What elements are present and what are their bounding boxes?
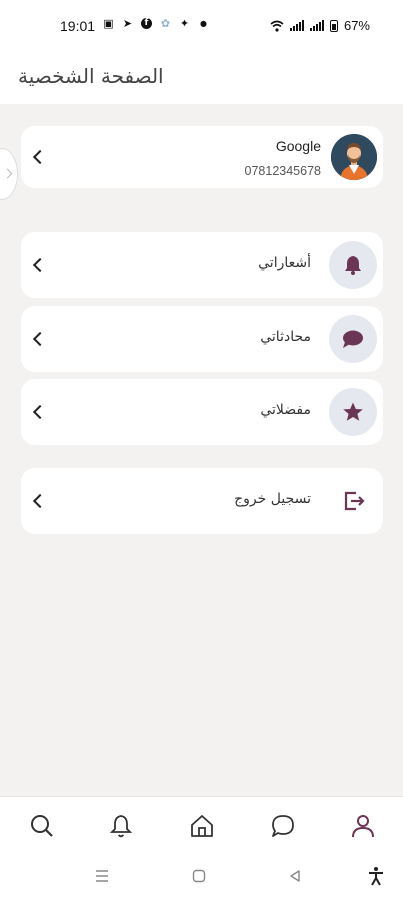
chat-icon[interactable]: [268, 811, 298, 841]
home-system-icon[interactable]: [189, 866, 209, 886]
status-time: 19:01: [60, 18, 96, 34]
signal-icon: [289, 20, 304, 31]
profile-name: Google: [275, 138, 321, 154]
profile-card[interactable]: Google 07812345678: [21, 126, 383, 188]
logout-icon: [339, 486, 369, 516]
telegram-icon: ➤: [122, 17, 133, 30]
accessibility-icon[interactable]: [366, 866, 386, 886]
chevron-left-icon: [32, 149, 48, 165]
recent-apps-icon[interactable]: [92, 866, 112, 886]
page-title: الصفحة الشخصية: [18, 64, 164, 88]
user-avatar: [331, 134, 377, 180]
twitter-icon: ✦: [179, 17, 190, 30]
chevron-left-icon: [32, 493, 48, 509]
chat-bubble-icon: [329, 315, 377, 363]
home-icon[interactable]: [187, 811, 217, 841]
app-header: الصفحة الشخصية: [0, 52, 403, 104]
back-icon[interactable]: [285, 866, 305, 886]
menu-item-notifications[interactable]: أشعاراتي: [21, 232, 383, 298]
menu-item-favorites[interactable]: مفضلاتي: [21, 379, 383, 445]
menu-item-label: محادثاتي: [260, 329, 311, 345]
battery-icon: [329, 19, 338, 32]
app-icon: ✿: [160, 17, 171, 30]
dot-icon: ●: [200, 19, 207, 28]
profile-phone: 07812345678: [244, 164, 321, 178]
menu-item-label: مفضلاتي: [260, 402, 311, 418]
status-bar: 19:01 ▣ ➤ f ✿ ✦ ● 67%: [0, 0, 403, 52]
battery-percent: 67%: [343, 18, 370, 33]
profile-icon[interactable]: [348, 811, 378, 841]
bell-icon: [329, 241, 377, 289]
chevron-left-icon: [32, 404, 48, 420]
chevron-left-icon: [32, 257, 48, 273]
signal-icon: [309, 20, 324, 31]
logout-label: تسجيل خروج: [234, 491, 311, 507]
bell-icon[interactable]: [106, 811, 136, 841]
system-navigation-bar: [0, 854, 403, 900]
notification-icons: ▣ ➤ f ✿ ✦ ●: [103, 18, 209, 29]
search-icon[interactable]: [27, 811, 57, 841]
wifi-icon: [270, 20, 284, 32]
star-icon: [329, 388, 377, 436]
chevron-left-icon: [32, 331, 48, 347]
menu-item-label: أشعاراتي: [258, 255, 311, 271]
facebook-icon: f: [141, 18, 152, 29]
gallery-icon: ▣: [103, 17, 114, 30]
logout-button[interactable]: تسجيل خروج: [21, 468, 383, 534]
main-content: Google 07812345678 أشعاراتي محادثاتي مفض…: [0, 104, 403, 796]
system-status: 67%: [270, 18, 370, 33]
side-drawer-handle[interactable]: [0, 148, 18, 200]
bottom-navigation: [0, 796, 403, 854]
menu-item-chats[interactable]: محادثاتي: [21, 306, 383, 372]
